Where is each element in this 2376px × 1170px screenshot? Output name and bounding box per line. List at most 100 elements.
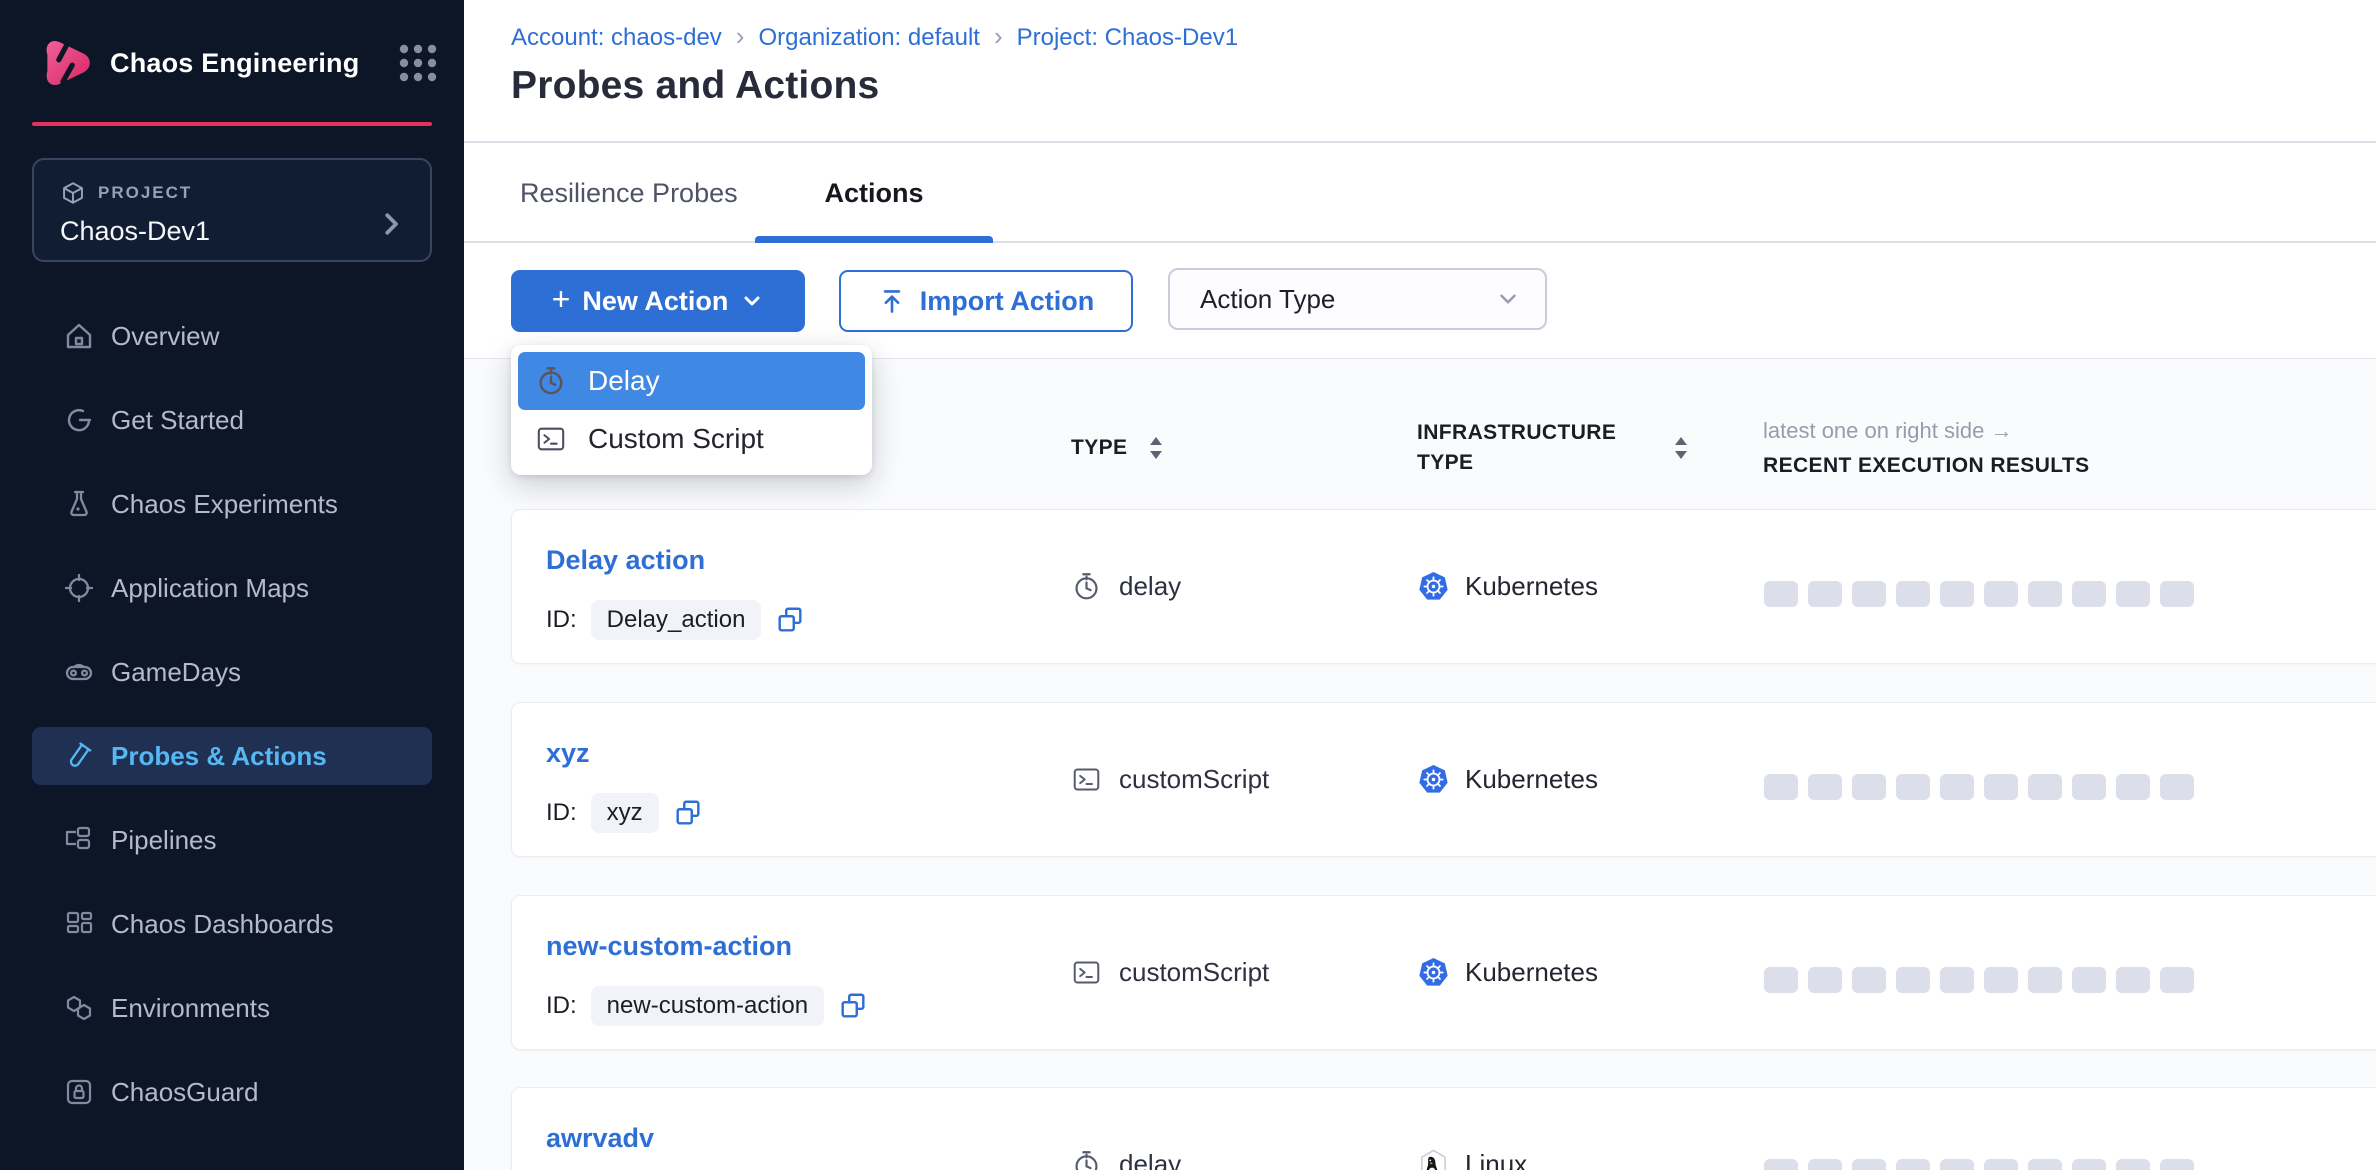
action-type-select[interactable]: Action Type — [1168, 268, 1547, 330]
sidebar-item-chaos-dashboards[interactable]: Chaos Dashboards — [32, 895, 432, 953]
toolbar: + New Action Import Action Action Type — [464, 245, 2376, 358]
execution-result-placeholder — [1764, 967, 1798, 993]
execution-result-placeholder — [1896, 581, 1930, 607]
execution-result-placeholder — [1852, 1159, 1886, 1170]
action-name-link[interactable]: Delay action — [546, 544, 1072, 576]
sidebar-item-probes-actions[interactable]: Probes & Actions — [32, 727, 432, 785]
recent-execution-results — [1764, 967, 2376, 993]
sidebar-item-environments[interactable]: Environments — [32, 979, 432, 1037]
sidebar-item-overview[interactable]: Overview — [32, 307, 432, 365]
flask-icon — [63, 488, 95, 520]
id-label: ID: — [546, 606, 577, 634]
actions-table: TYPE INFRASTRUCTURE TYPE latest one on r… — [464, 358, 2376, 1170]
breadcrumb-account-link[interactable]: Account: chaos-dev — [511, 24, 722, 52]
execution-result-placeholder — [1940, 581, 1974, 607]
action-id-value: xyz — [591, 793, 659, 833]
sort-icon[interactable] — [1149, 437, 1163, 459]
stopwatch-icon — [536, 366, 566, 396]
tab-actions[interactable]: Actions — [755, 143, 993, 243]
execution-result-placeholder — [2160, 1159, 2194, 1170]
progress-circle-icon — [63, 404, 95, 436]
import-action-button[interactable]: Import Action — [839, 270, 1133, 332]
sidebar-item-pipelines[interactable]: Pipelines — [32, 811, 432, 869]
execution-result-placeholder — [2160, 774, 2194, 800]
new-action-button[interactable]: + New Action — [511, 270, 805, 332]
sidebar-item-get-started[interactable]: Get Started — [32, 391, 432, 449]
sort-icon[interactable] — [1674, 437, 1688, 459]
action-name-link[interactable]: new-custom-action — [546, 930, 1072, 962]
table-row[interactable]: awrvadv ID: delay — [511, 1087, 2376, 1170]
execution-result-placeholder — [2072, 1159, 2106, 1170]
execution-result-placeholder — [2072, 967, 2106, 993]
execution-result-placeholder — [1896, 967, 1930, 993]
tab-resilience-probes[interactable]: Resilience Probes — [520, 143, 738, 243]
action-name-link[interactable]: awrvadv — [546, 1122, 1072, 1154]
action-id-value: new-custom-action — [591, 986, 824, 1026]
copy-icon[interactable] — [838, 991, 868, 1021]
terminal-icon — [536, 424, 566, 454]
execution-result-placeholder — [2116, 1159, 2150, 1170]
id-label: ID: — [546, 799, 577, 827]
execution-result-placeholder — [2028, 581, 2062, 607]
kubernetes-icon — [1418, 957, 1449, 988]
recent-results-note: latest one on right side → — [1763, 418, 2012, 444]
execution-result-placeholder — [1984, 967, 2018, 993]
execution-result-placeholder — [1984, 581, 2018, 607]
table-row[interactable]: xyz ID: xyz customScript — [511, 702, 2376, 857]
brand-accent-divider — [32, 122, 432, 126]
new-action-menu: Delay Custom Script — [511, 345, 872, 475]
execution-result-placeholder — [1940, 1159, 1974, 1170]
infrastructure-value: Kubernetes — [1465, 957, 1598, 988]
breadcrumb-project-link[interactable]: Project: Chaos-Dev1 — [1017, 24, 1238, 52]
execution-result-placeholder — [2072, 581, 2106, 607]
terminal-icon — [1072, 958, 1101, 987]
chevron-down-icon — [1495, 286, 1521, 312]
recent-execution-results — [1764, 774, 2376, 800]
sidebar-nav: Overview Get Started Chaos Experiments — [0, 307, 464, 1147]
chaos-engineering-logo-icon — [36, 34, 94, 92]
execution-result-placeholder — [1984, 1159, 2018, 1170]
action-name-link[interactable]: xyz — [546, 737, 1072, 769]
action-type-value: customScript — [1119, 764, 1269, 795]
active-tab-underline — [755, 236, 993, 243]
table-header-type: TYPE — [1071, 436, 1417, 460]
copy-icon[interactable] — [775, 605, 805, 635]
table-header-recent-results: latest one on right side → RECENT EXECUT… — [1763, 418, 2376, 478]
linux-icon — [1418, 1149, 1449, 1170]
pipeline-icon — [63, 824, 95, 856]
sidebar-item-chaos-experiments[interactable]: Chaos Experiments — [32, 475, 432, 533]
module-grid-icon[interactable] — [398, 43, 438, 83]
execution-result-placeholder — [2072, 774, 2106, 800]
execution-result-placeholder — [1984, 774, 2018, 800]
kubernetes-icon — [1418, 571, 1449, 602]
brand-header: Chaos Engineering — [0, 0, 464, 92]
sidebar-item-chaosguard[interactable]: ChaosGuard — [32, 1063, 432, 1121]
execution-result-placeholder — [1852, 774, 1886, 800]
project-cube-icon — [60, 180, 86, 206]
table-row[interactable]: Delay action ID: Delay_action — [511, 509, 2376, 664]
menu-item-delay[interactable]: Delay — [518, 352, 865, 410]
copy-icon[interactable] — [673, 798, 703, 828]
lock-shield-icon — [63, 1076, 95, 1108]
kubernetes-icon — [1418, 764, 1449, 795]
execution-result-placeholder — [1764, 1159, 1798, 1170]
execution-result-placeholder — [1940, 774, 1974, 800]
action-type-value: delay — [1119, 1149, 1181, 1170]
plus-icon: + — [552, 281, 571, 318]
chevron-right-icon — [376, 209, 406, 239]
menu-item-custom-script[interactable]: Custom Script — [518, 410, 865, 468]
hexagons-icon — [63, 992, 95, 1024]
breadcrumb-separator: › — [736, 21, 745, 52]
sidebar-item-application-maps[interactable]: Application Maps — [32, 559, 432, 617]
execution-result-placeholder — [1852, 581, 1886, 607]
sidebar-item-gamedays[interactable]: GameDays — [32, 643, 432, 701]
execution-result-placeholder — [2160, 967, 2194, 993]
table-row[interactable]: new-custom-action ID: new-custom-action — [511, 895, 2376, 1050]
action-id-value: Delay_action — [591, 600, 762, 640]
infrastructure-value: Kubernetes — [1465, 571, 1598, 602]
execution-result-placeholder — [1808, 1159, 1842, 1170]
execution-result-placeholder — [2116, 967, 2150, 993]
breadcrumb-organization-link[interactable]: Organization: default — [758, 24, 979, 52]
action-type-value: delay — [1119, 571, 1181, 602]
project-selector[interactable]: PROJECT Chaos-Dev1 — [32, 158, 432, 262]
